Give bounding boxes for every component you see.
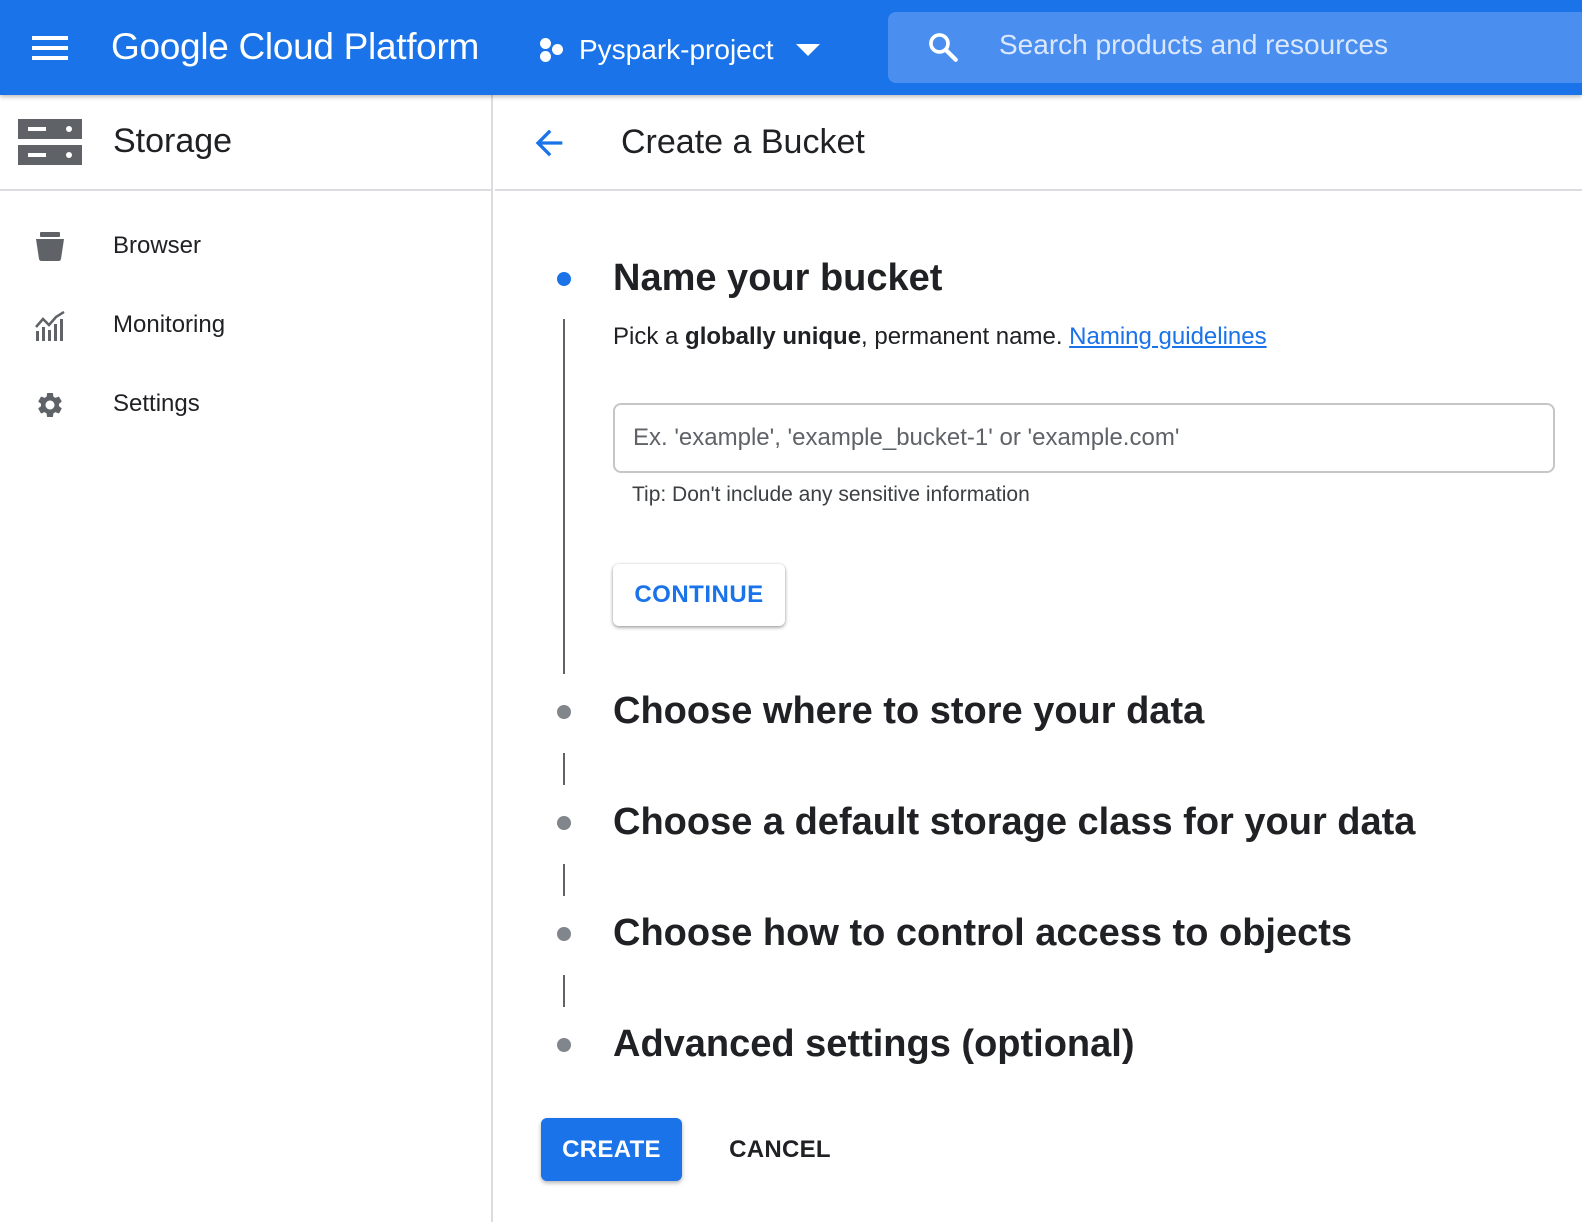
bucket-name-input[interactable] [613, 403, 1555, 473]
project-selector[interactable]: Pyspark-project [537, 30, 820, 70]
step-2-title[interactable]: Choose where to store your data [613, 690, 1204, 733]
sidebar-item-settings[interactable]: Settings [0, 374, 491, 434]
step-4-title[interactable]: Choose how to control access to objects [613, 912, 1352, 955]
sidebar-item-label: Browser [113, 232, 202, 259]
sidebar-title: Storage [113, 122, 233, 160]
step-1-indicator [557, 272, 571, 286]
step-5-title[interactable]: Advanced settings (optional) [613, 1023, 1134, 1066]
chart-icon [35, 311, 65, 341]
cancel-button[interactable]: CANCEL [710, 1118, 850, 1181]
sidebar-item-label: Monitoring [113, 311, 226, 338]
back-arrow-icon[interactable] [529, 123, 569, 163]
step-connector [563, 753, 565, 785]
search-input[interactable]: Search products and resources [999, 29, 1388, 61]
step-connector [563, 975, 565, 1007]
search-bar[interactable]: Search products and resources [888, 12, 1582, 83]
step-connector [563, 319, 565, 674]
step-1-title[interactable]: Name your bucket [613, 257, 942, 300]
step-1-description: Pick a globally unique, permanent name. … [613, 323, 1267, 350]
page-title: Create a Bucket [621, 123, 865, 161]
step-3-indicator [557, 816, 571, 830]
brand-title[interactable]: Google Cloud Platform [111, 26, 479, 68]
project-name: Pyspark-project [579, 34, 774, 65]
continue-button[interactable]: CONTINUE [613, 564, 785, 626]
gear-icon [38, 393, 62, 417]
input-tip: Tip: Don't include any sensitive informa… [632, 483, 1030, 506]
step-2-indicator [557, 705, 571, 719]
sidebar-item-label: Settings [113, 390, 200, 417]
hamburger-menu-icon[interactable] [30, 30, 70, 66]
step-4-indicator [557, 927, 571, 941]
step-3-title[interactable]: Choose a default storage class for your … [613, 801, 1415, 844]
storage-icon [18, 119, 82, 167]
sidebar: Storage Browser Monitoring Settings [0, 95, 493, 1222]
naming-guidelines-link[interactable]: Naming guidelines [1069, 323, 1266, 350]
sidebar-header: Storage [0, 95, 491, 191]
bucket-icon [36, 232, 64, 261]
search-icon [929, 33, 958, 62]
step-5-indicator [557, 1038, 571, 1052]
page-header: Create a Bucket [495, 95, 1582, 191]
sidebar-item-browser[interactable]: Browser [0, 216, 491, 276]
sidebar-item-monitoring[interactable]: Monitoring [0, 295, 491, 355]
step-connector [563, 864, 565, 896]
top-app-bar: Google Cloud Platform Pyspark-project Se… [0, 0, 1582, 95]
create-button[interactable]: CREATE [541, 1118, 682, 1181]
project-hexagon-icon [537, 35, 567, 65]
chevron-down-icon [795, 44, 820, 56]
